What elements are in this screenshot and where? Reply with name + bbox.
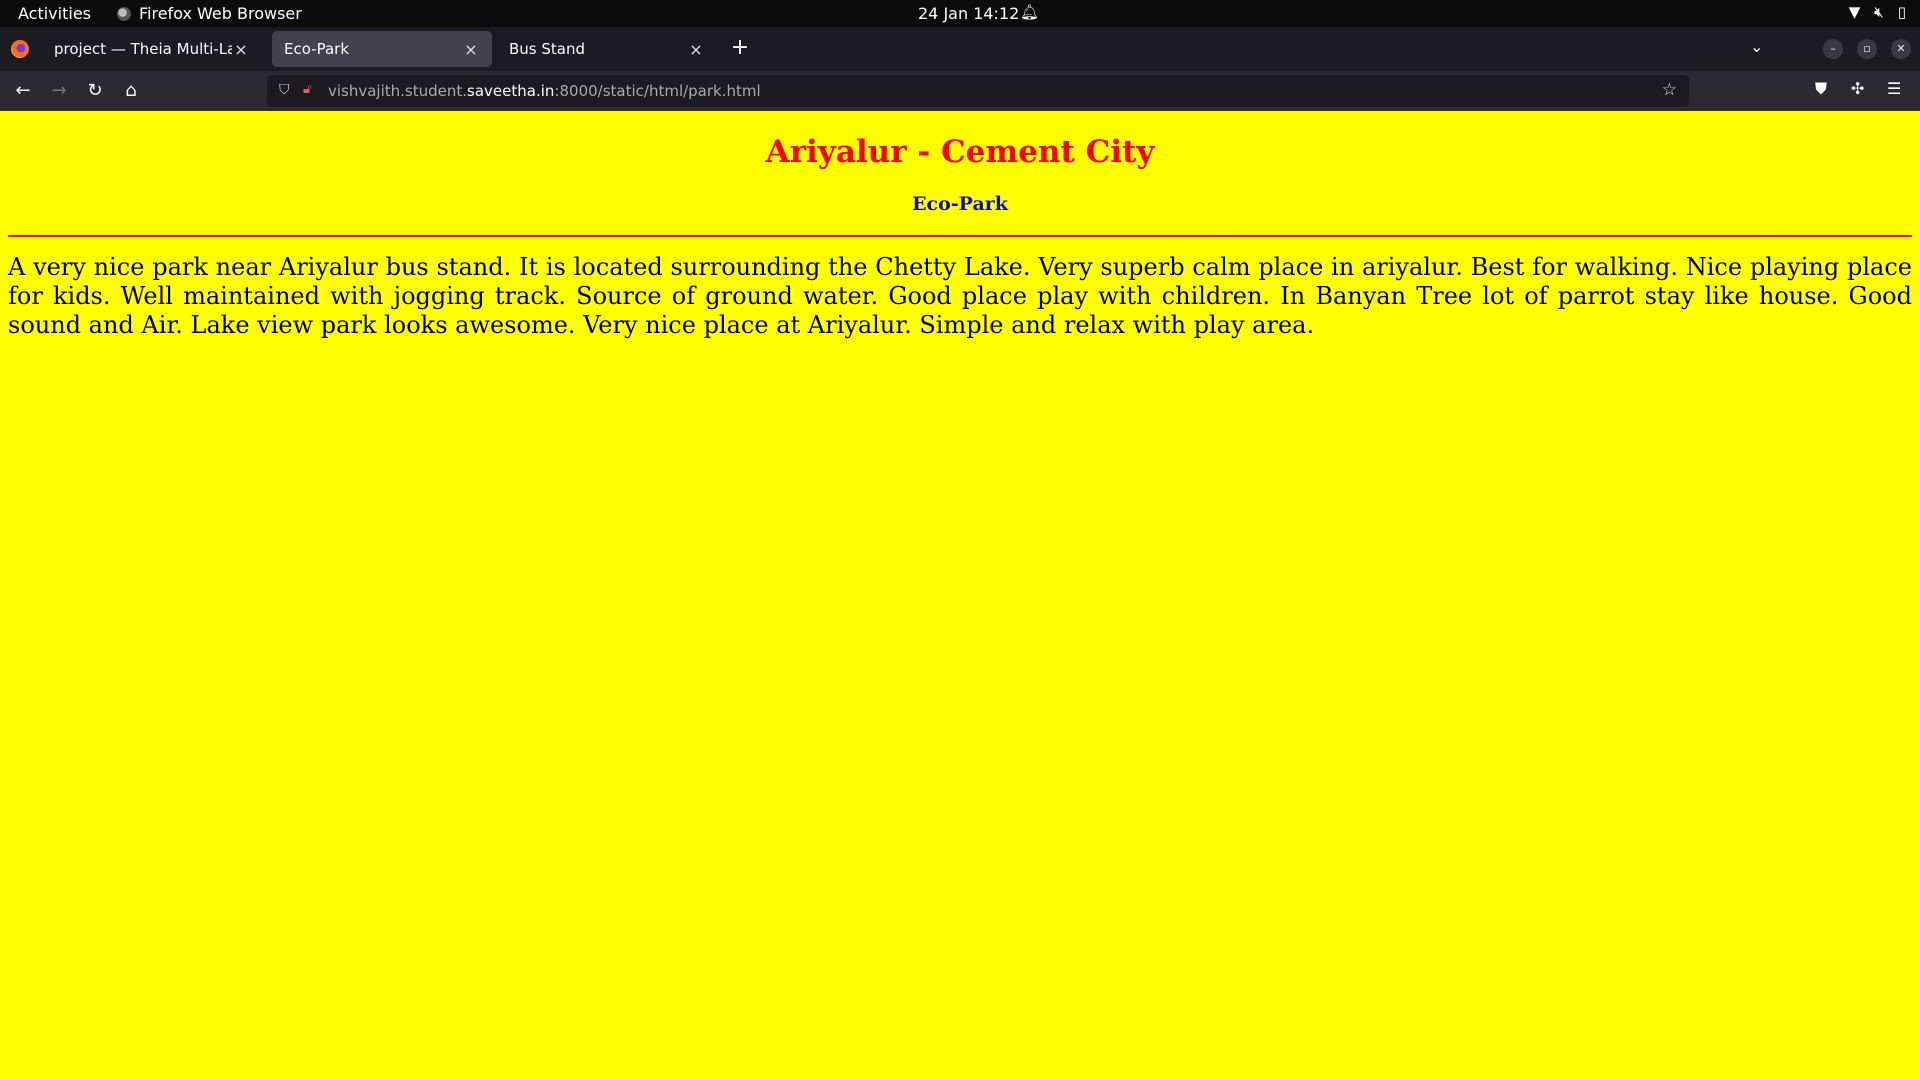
list-all-tabs-button[interactable]: ⌄ [1750,37,1763,56]
firefox-small-icon [117,6,131,21]
app-name: Firefox Web Browser [139,4,302,23]
url-domain: saveetha.in [467,82,555,100]
address-bar[interactable]: ⛉ 🔓︎ vishvajith.student.saveetha.in:8000… [267,75,1689,107]
url-text[interactable]: vishvajith.student.saveetha.in:8000/stat… [328,82,761,100]
extensions-icon[interactable]: ✣ [1851,79,1864,98]
forward-button[interactable]: → [46,78,72,104]
system-tray[interactable]: ▼ 🔇︎ ▯ [1849,3,1906,21]
tab-title: Eco-Park [284,40,350,58]
battery-icon: ▯ [1897,3,1906,21]
pocket-icon[interactable]: ⛊ [1815,79,1827,99]
url-prefix: vishvajith.student. [328,82,468,100]
tab-project[interactable]: project — Theia Multi-Langu × [42,31,262,67]
new-tab-button[interactable]: + [728,35,752,63]
description-paragraph: A very nice park near Ariyalur bus stand… [8,253,1912,339]
close-tab-icon[interactable]: × [232,40,250,59]
app-menu[interactable]: Firefox Web Browser [117,4,302,23]
back-button[interactable]: ← [10,78,36,104]
page-content: Ariyalur - Cement City Eco-Park A very n… [0,111,1920,1080]
tab-title: project — Theia Multi-Langu [54,40,232,58]
bookmark-star-icon[interactable]: ☆ [1662,80,1677,100]
horizontal-rule [8,235,1912,237]
activities-button[interactable]: Activities [18,4,91,23]
page-subtitle: Eco-Park [912,193,1008,215]
url-suffix: :8000/static/html/park.html [554,82,761,100]
tracking-protection-shield-icon[interactable]: ⛉ [279,82,290,98]
home-button[interactable]: ⌂ [118,78,144,104]
navigation-toolbar: ← → ↻ ⌂ ⛉ 🔓︎ vishvajith.student.saveetha… [0,71,1920,111]
reload-button[interactable]: ↻ [82,78,108,104]
system-top-bar: Activities Firefox Web Browser 24 Jan 14… [0,0,1920,27]
close-tab-icon[interactable]: × [462,40,480,59]
tab-eco-park[interactable]: Eco-Park × [272,31,492,67]
tab-title: Bus Stand [509,40,586,58]
tab-bus-stand[interactable]: Bus Stand × [497,31,717,67]
tab-strip: project — Theia Multi-Langu × Eco-Park ×… [0,27,1920,71]
close-tab-icon[interactable]: × [687,40,705,59]
volume-muted-icon: 🔇︎ [1874,3,1884,21]
firefox-view-icon[interactable] [11,40,29,58]
close-window-button[interactable]: ✕ [1891,39,1911,59]
page-title: Ariyalur - Cement City [765,134,1155,170]
menu-icon[interactable]: ☰ [1887,79,1901,98]
clock[interactable]: 24 Jan 14:12 [918,4,1019,23]
insecure-lock-icon[interactable]: 🔓︎ [303,82,311,97]
minimize-button[interactable]: – [1823,39,1843,59]
restore-button[interactable]: ▫ [1857,39,1877,59]
bell-icon[interactable]: 🔔︎ [1020,3,1039,21]
wifi-icon: ▼ [1848,3,1861,21]
